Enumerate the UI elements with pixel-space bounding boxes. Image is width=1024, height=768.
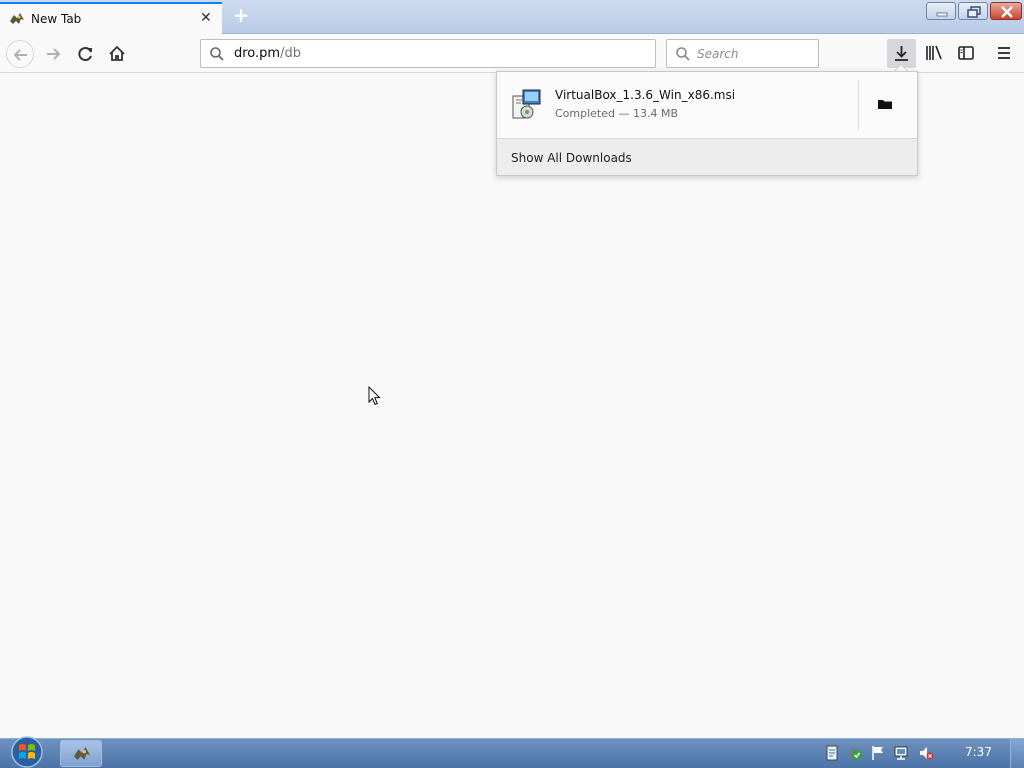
tab-title: New Tab [31, 12, 82, 26]
restore-button[interactable] [958, 2, 988, 20]
close-window-button[interactable] [990, 2, 1022, 20]
show-desktop-button[interactable] [1010, 739, 1024, 768]
url-bar[interactable]: dro.pm/db [200, 39, 656, 68]
navigation-toolbar: dro.pm/db Search [0, 34, 1024, 73]
search-bar[interactable]: Search [666, 39, 819, 68]
search-icon [209, 46, 225, 62]
network-icon[interactable] [893, 745, 909, 761]
url-host: dro.pm [234, 46, 281, 61]
reload-button[interactable] [72, 40, 100, 68]
back-button[interactable] [6, 40, 34, 68]
tab-close-button[interactable]: ✕ [200, 10, 212, 26]
tab-strip: New Tab ✕ + [0, 0, 1024, 35]
menu-icon [998, 47, 1010, 59]
menu-button[interactable] [990, 39, 1018, 67]
forward-button[interactable] [40, 40, 68, 68]
taskbar-clock[interactable]: 7:37 [965, 745, 992, 759]
forward-icon [47, 48, 61, 60]
taskbar-firefox-button[interactable] [60, 740, 102, 767]
folder-icon[interactable] [877, 96, 893, 112]
new-tab-button[interactable]: + [231, 4, 251, 26]
download-item[interactable]: VirtualBox_1.3.6_Win_x86.msi Completed —… [497, 72, 917, 138]
mouse-cursor [368, 385, 382, 406]
downloads-panel-footer: Show All Downloads [497, 138, 917, 175]
search-placeholder: Search [697, 47, 739, 61]
sidebar-button[interactable] [952, 39, 980, 67]
windows-logo-icon [11, 736, 43, 768]
action-center-flag-icon[interactable] [870, 745, 886, 761]
volume-muted-icon[interactable] [918, 745, 934, 761]
library-button[interactable] [920, 39, 948, 67]
home-icon [109, 45, 125, 61]
reload-icon [78, 47, 92, 61]
url-path: /db [280, 46, 301, 61]
download-status: Completed — 13.4 MB [555, 107, 679, 120]
download-filename: VirtualBox_1.3.6_Win_x86.msi [555, 88, 736, 102]
sidebar-icon [958, 46, 974, 60]
search-icon [675, 46, 691, 62]
firefox-icon [74, 747, 90, 760]
back-icon [13, 49, 27, 61]
url-text[interactable]: dro.pm/db [234, 46, 301, 61]
tab-new-tab[interactable]: New Tab ✕ [0, 2, 222, 35]
home-button[interactable] [104, 40, 132, 68]
minimize-button[interactable] [926, 2, 956, 20]
firefox-icon [9, 12, 25, 26]
document-icon[interactable] [824, 745, 840, 761]
msi-installer-icon [511, 88, 543, 122]
start-button[interactable] [8, 735, 46, 768]
security-shield-icon[interactable] [846, 745, 862, 761]
download-item-divider [858, 80, 859, 130]
library-icon [926, 45, 942, 60]
show-all-downloads-button[interactable]: Show All Downloads [511, 151, 632, 165]
downloads-panel: VirtualBox_1.3.6_Win_x86.msi Completed —… [496, 71, 918, 176]
